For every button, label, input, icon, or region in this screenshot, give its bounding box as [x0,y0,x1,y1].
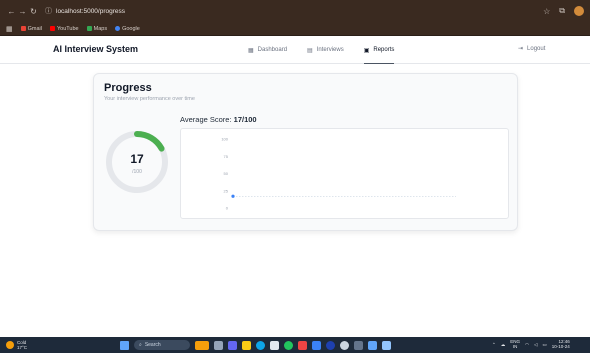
widgets-icon[interactable] [195,340,209,350]
weather-sun-icon [6,341,14,349]
taskbar-search[interactable]: ⌕ Search [134,340,190,350]
task-view-icon[interactable] [214,340,223,350]
bookmark-google[interactable]: Google [115,26,140,32]
bookmark-maps[interactable]: Maps [86,26,107,32]
address-bar[interactable]: ⓘ localhost:5000/progress [45,4,125,18]
gmail-icon [20,26,26,31]
clock[interactable]: 12:46 10-10-24 [552,339,570,349]
store-icon[interactable] [270,340,279,350]
bookmark-star-icon[interactable]: ☆ [543,7,550,16]
maps-icon [86,26,92,31]
docs-icon[interactable] [382,340,391,350]
back-icon[interactable]: ← [6,7,17,16]
document-icon: ▤ [307,47,313,54]
battery-icon[interactable]: ▭ [542,342,546,348]
average-score-label: Average Score: [180,115,234,124]
security-icon[interactable] [298,340,307,350]
taskbar-apps: ⌕ Search [120,340,391,350]
y-tick-label: 100 [221,137,228,142]
progress-card: Progress Your interview performance over… [93,73,518,231]
nav-dashboard[interactable]: ▦ Dashboard [248,36,287,64]
score-ring: 17 /100 [104,129,170,195]
app-header: AI Interview System ▦ Dashboard ▤ Interv… [0,36,590,64]
search-icon: ⌕ [139,342,142,348]
nav-interviews[interactable]: ▤ Interviews [307,36,344,64]
y-tick-label: 50 [224,171,229,176]
data-point[interactable] [231,194,235,198]
file-explorer-icon[interactable] [242,340,251,350]
system-tray: ⌃ ☁ ENG IN ◠ ◁ ▭ 12:46 10-10-24 [492,339,570,349]
page-subtitle: Your interview performance over time [104,96,195,102]
site-info-icon[interactable]: ⓘ [45,6,52,16]
wifi-icon[interactable]: ◠ [525,342,529,348]
url-text: localhost:5000/progress [56,7,126,15]
chrome-icon[interactable] [284,340,293,350]
chat-icon[interactable] [228,340,237,350]
terminal-icon[interactable] [354,340,363,350]
bookmark-gmail[interactable]: Gmail [20,26,42,32]
google-icon [115,26,121,31]
github-icon[interactable] [340,340,349,350]
language-indicator[interactable]: ENG IN [510,339,520,349]
vscode-icon[interactable] [312,340,321,350]
tray-overflow-icon[interactable]: ⌃ [492,342,496,348]
edge-icon[interactable] [256,340,265,350]
y-tick-label: 0 [226,206,229,211]
page-title: Progress [104,82,152,94]
youtube-icon [50,26,55,31]
bookmarks-bar: ▦ Gmail YouTube Maps Google [0,22,590,36]
taskbar: Cold 17°C ⌕ Search ⌃ ☁ ENG IN ◠ ◁ ▭ 12:46 1… [0,337,590,353]
logout-icon: ⇥ [518,46,524,52]
y-tick-label: 75 [224,154,229,159]
browser-toolbar: ← → ↻ ⓘ localhost:5000/progress ☆ ⧉ [0,0,590,22]
main-nav: ▦ Dashboard ▤ Interviews ▣ Reports [248,36,394,64]
reload-icon[interactable]: ↻ [28,7,39,16]
score-value: 17 [130,152,144,166]
extensions-icon[interactable]: ⧉ [559,6,565,16]
bookmark-youtube[interactable]: YouTube [50,26,79,32]
app-icon[interactable] [326,340,335,350]
score-max: /100 [132,169,142,175]
average-score: Average Score: 17/100 [180,115,257,124]
windows-start-icon[interactable] [120,340,129,350]
onedrive-icon[interactable]: ☁ [501,342,506,348]
weather-widget[interactable]: Cold 17°C [6,340,27,350]
score-chart: 100 75 50 25 0 [180,128,509,219]
score-chart-svg: 100 75 50 25 0 [221,137,456,211]
apps-grid-icon[interactable]: ▦ [6,25,13,33]
volume-icon[interactable]: ◁ [534,342,537,348]
y-tick-label: 25 [224,188,229,193]
forward-icon[interactable]: → [17,7,28,16]
notes-icon[interactable] [368,340,377,350]
logout-button[interactable]: ⇥ Logout [518,45,545,53]
average-score-value: 17/100 [233,115,257,124]
report-icon: ▣ [363,47,370,54]
nav-reports[interactable]: ▣ Reports [363,36,394,64]
brand-title[interactable]: AI Interview System [53,44,138,54]
profile-avatar[interactable] [574,6,584,16]
grid-icon: ▦ [248,47,254,54]
